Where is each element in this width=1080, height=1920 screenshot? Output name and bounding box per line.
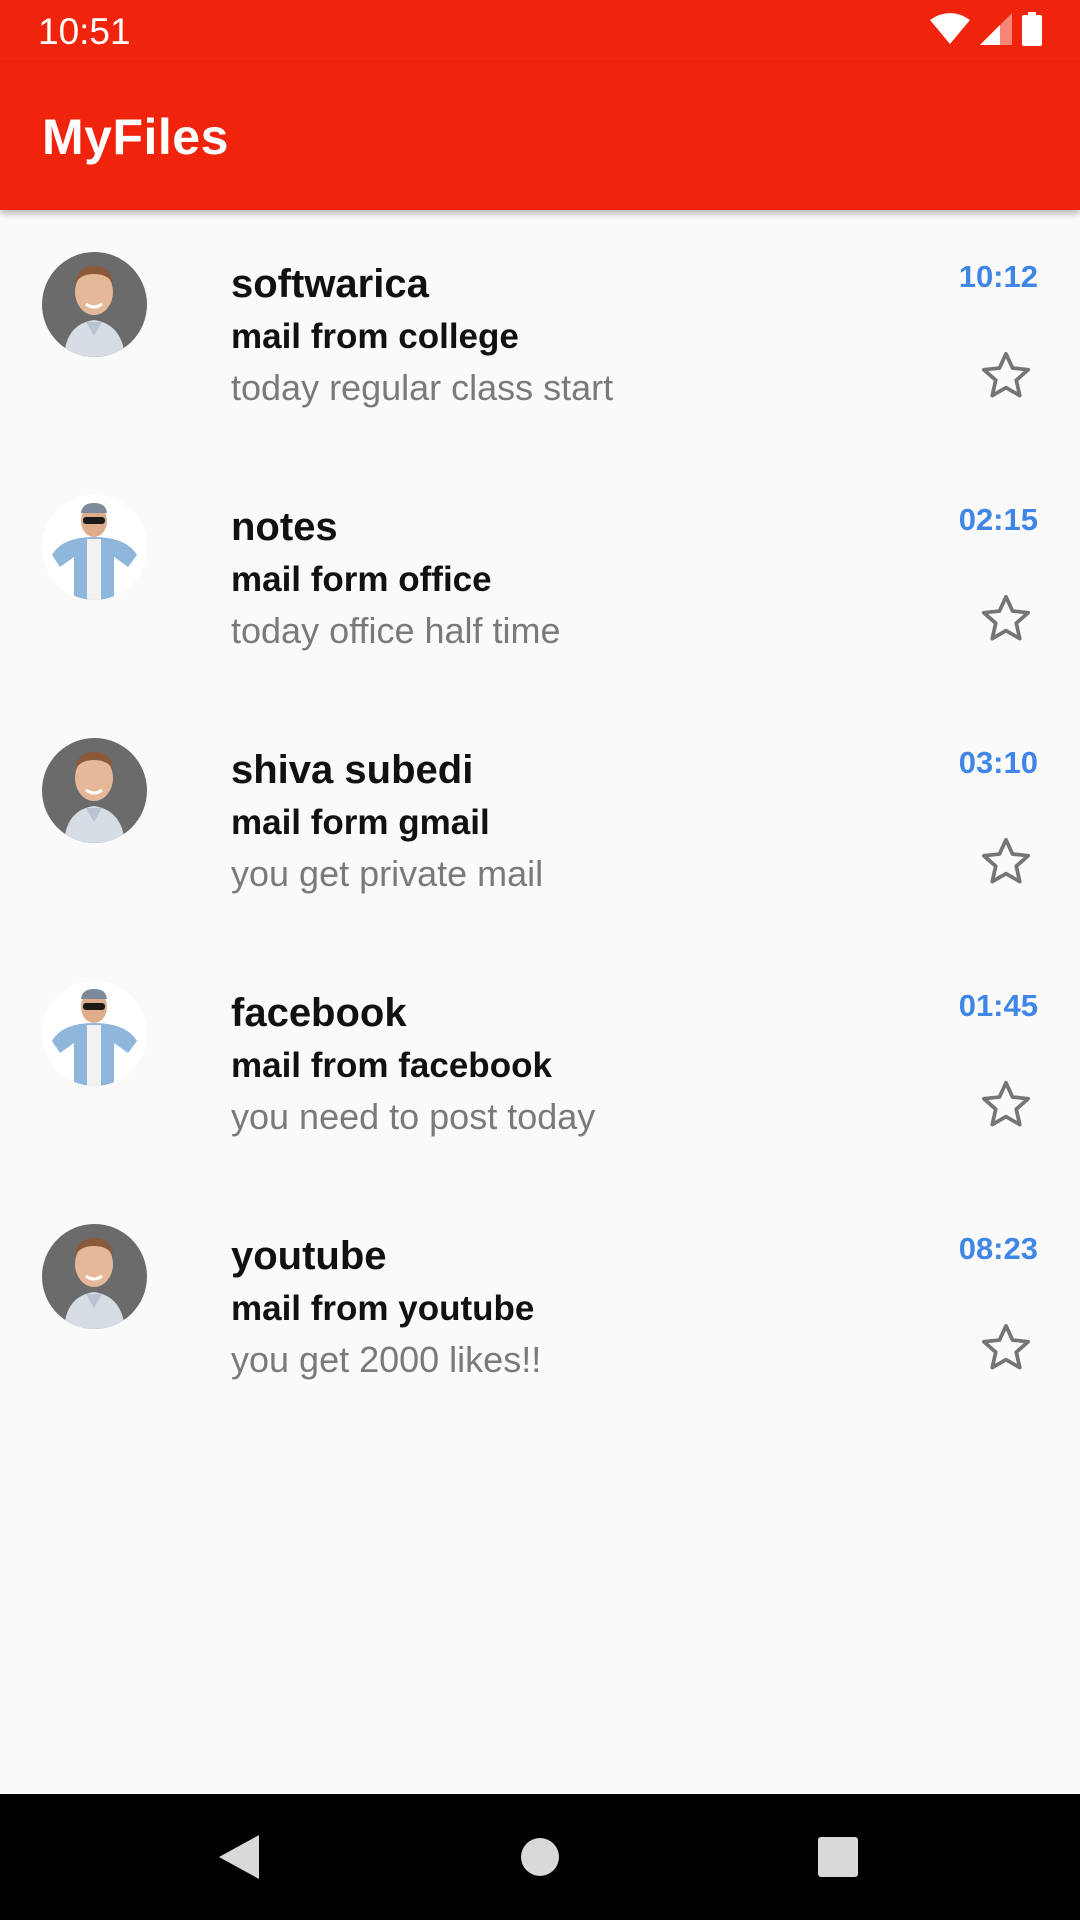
battery-icon — [1022, 11, 1042, 51]
message-preview: you get 2000 likes!! — [231, 1339, 542, 1380]
message-preview: you get private mail — [231, 853, 544, 894]
sender-name: notes — [231, 505, 338, 549]
message-subject: mail from facebook — [231, 1046, 552, 1085]
recents-icon[interactable] — [807, 1826, 869, 1888]
avatar — [42, 981, 147, 1086]
message-time: 08:23 — [958, 1231, 1038, 1266]
avatar — [42, 1224, 147, 1329]
message-preview: today office half time — [231, 610, 561, 651]
wifi-icon — [930, 12, 970, 50]
message-time: 02:15 — [958, 502, 1038, 537]
star-icon[interactable] — [978, 834, 1034, 890]
message-time: 03:10 — [958, 745, 1038, 780]
message-subject: mail from college — [231, 317, 519, 356]
star-icon[interactable] — [978, 1077, 1034, 1133]
list-item[interactable]: facebook mail from facebook you need to … — [0, 939, 1080, 1182]
list-item[interactable]: notes mail form office today office half… — [0, 453, 1080, 696]
message-time: 01:45 — [958, 988, 1038, 1023]
status-bar: 10:51 — [0, 0, 1080, 63]
list-item[interactable]: youtube mail from youtube you get 2000 l… — [0, 1182, 1080, 1425]
avatar — [42, 738, 147, 843]
message-preview: you need to post today — [231, 1096, 596, 1137]
home-icon[interactable] — [509, 1826, 571, 1888]
sender-name: softwarica — [231, 262, 429, 306]
app-title: MyFiles — [42, 109, 229, 165]
star-icon[interactable] — [978, 1320, 1034, 1376]
back-icon[interactable] — [208, 1826, 270, 1888]
message-list: softwarica mail from college today regul… — [0, 210, 1080, 1425]
app-bar: MyFiles — [0, 63, 1080, 210]
sender-name: facebook — [231, 991, 407, 1035]
status-time: 10:51 — [38, 11, 131, 52]
avatar — [42, 252, 147, 357]
message-preview: today regular class start — [231, 367, 614, 408]
status-icons — [930, 11, 1042, 51]
message-subject: mail form office — [231, 560, 492, 599]
star-icon[interactable] — [978, 348, 1034, 404]
navigation-bar — [0, 1794, 1080, 1920]
message-time: 10:12 — [958, 259, 1038, 294]
star-icon[interactable] — [978, 591, 1034, 647]
message-subject: mail form gmail — [231, 803, 490, 842]
sender-name: youtube — [231, 1234, 387, 1278]
avatar — [42, 495, 147, 600]
list-item[interactable]: softwarica mail from college today regul… — [0, 210, 1080, 453]
message-subject: mail from youtube — [231, 1289, 535, 1328]
list-item[interactable]: shiva subedi mail form gmail you get pri… — [0, 696, 1080, 939]
signal-icon — [980, 12, 1012, 50]
sender-name: shiva subedi — [231, 748, 474, 792]
